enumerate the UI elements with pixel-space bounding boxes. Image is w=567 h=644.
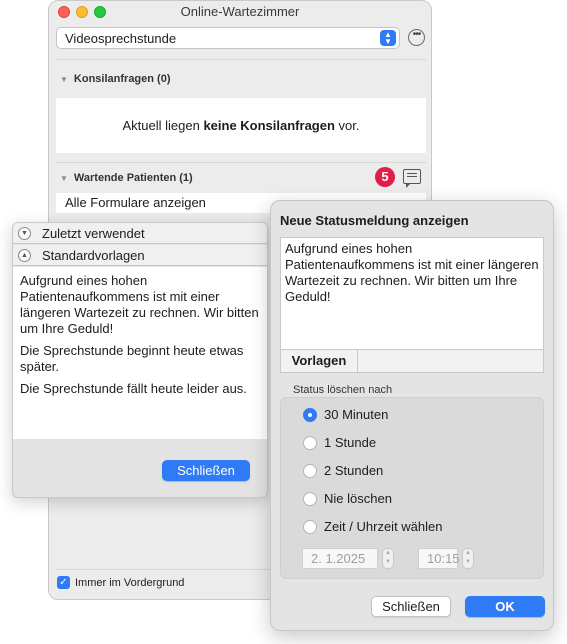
template-item[interactable]: Aufgrund eines hohen Patientenaufkommens… (20, 273, 260, 337)
waiting-patients-title: Wartende Patienten (1) (73, 172, 193, 184)
more-options-button[interactable]: ••• (408, 29, 425, 46)
radio-label: 2 Stunden (324, 463, 384, 478)
radio-label: 1 Stunde (324, 435, 377, 450)
radio-icon (303, 491, 317, 506)
radio-label: Nie löschen (324, 491, 392, 506)
radio-never[interactable]: Nie löschen (303, 491, 392, 506)
standard-templates-row[interactable]: ▲ Standardvorlagen (13, 245, 267, 266)
ok-button[interactable]: OK (465, 596, 545, 617)
clear-status-options: 30 Minuten 1 Stunde 2 Stunden Nie lösche… (280, 397, 544, 579)
chevron-down-icon: ▼ (60, 74, 68, 84)
chevron-updown-icon: ▲ ▼ (380, 30, 396, 46)
consult-requests-panel: Aktuell liegen keine Konsilanfragen vor. (56, 98, 426, 153)
templates-button[interactable]: Vorlagen (281, 350, 358, 372)
templates-popover: ▼ Zuletzt verwendet ▲ Standardvorlagen A… (12, 222, 268, 498)
time-stepper[interactable]: ▲ ▼ (462, 548, 474, 569)
radio-icon (303, 463, 317, 478)
waiting-count-badge: 5 (375, 167, 395, 187)
waiting-patients-header[interactable]: ▼ Wartende Patienten (1) (60, 172, 193, 184)
radio-2-hours[interactable]: 2 Stunden (303, 463, 383, 478)
consult-requests-header[interactable]: ▼ Konsilanfragen (0) (60, 73, 171, 85)
chevron-down-icon: ▼ (60, 173, 68, 183)
template-item[interactable]: Die Sprechstunde fällt heute leider aus. (20, 381, 260, 397)
radio-30-minutes[interactable]: 30 Minuten (303, 407, 388, 422)
recent-templates-label: Zuletzt verwendet (42, 225, 145, 241)
always-on-top-label: Immer im Vordergrund (75, 576, 185, 589)
templates-list: Aufgrund eines hohen Patientenaufkommens… (13, 267, 267, 439)
radio-1-hour[interactable]: 1 Stunde (303, 435, 376, 450)
title-bar: Online-Wartezimmer (49, 1, 431, 23)
status-textarea-toolbar: Vorlagen (280, 349, 544, 373)
radio-icon (303, 435, 317, 450)
radio-label: Zeit / Uhrzeit wählen (324, 519, 443, 534)
radio-icon (303, 519, 317, 534)
radio-selected-icon (303, 407, 317, 422)
status-popover-title: Neue Statusmeldung anzeigen (280, 213, 469, 228)
time-field[interactable]: 10:15 (418, 548, 460, 569)
consultation-type-value: Videosprechstunde (65, 30, 177, 46)
status-message-textarea[interactable]: Aufgrund eines hohen Patientenaufkommens… (280, 237, 544, 349)
status-message-icon[interactable] (403, 169, 421, 188)
radio-label: 30 Minuten (324, 407, 389, 422)
status-close-button[interactable]: Schließen (371, 596, 451, 617)
date-stepper[interactable]: ▲ ▼ (382, 548, 394, 569)
date-field[interactable]: 2. 1.2025 (302, 548, 378, 569)
chevron-down-icon: ▼ (18, 226, 31, 240)
consultation-type-select[interactable]: Videosprechstunde ▲ ▼ (56, 27, 400, 49)
template-item[interactable]: Die Sprechstunde beginnt heute etwas spä… (20, 343, 260, 375)
always-on-top-option[interactable]: ✓ Immer im Vordergrund (57, 576, 184, 589)
consult-requests-title: Konsilanfragen (0) (73, 73, 171, 85)
radio-choose-time[interactable]: Zeit / Uhrzeit wählen (303, 519, 443, 534)
status-message-popover: Neue Statusmeldung anzeigen Aufgrund ein… (270, 200, 554, 631)
standard-templates-label: Standardvorlagen (42, 247, 145, 263)
chevron-up-icon: ▲ (18, 248, 31, 262)
divider (56, 59, 426, 60)
always-on-top-checkbox[interactable]: ✓ (57, 576, 70, 589)
divider (56, 162, 426, 163)
consult-requests-message: Aktuell liegen keine Konsilanfragen vor. (122, 118, 360, 133)
templates-close-button[interactable]: Schließen (162, 460, 250, 481)
window-title: Online-Wartezimmer (180, 4, 300, 19)
clear-status-label: Status löschen nach (293, 384, 393, 396)
recent-templates-row[interactable]: ▼ Zuletzt verwendet (13, 223, 267, 244)
